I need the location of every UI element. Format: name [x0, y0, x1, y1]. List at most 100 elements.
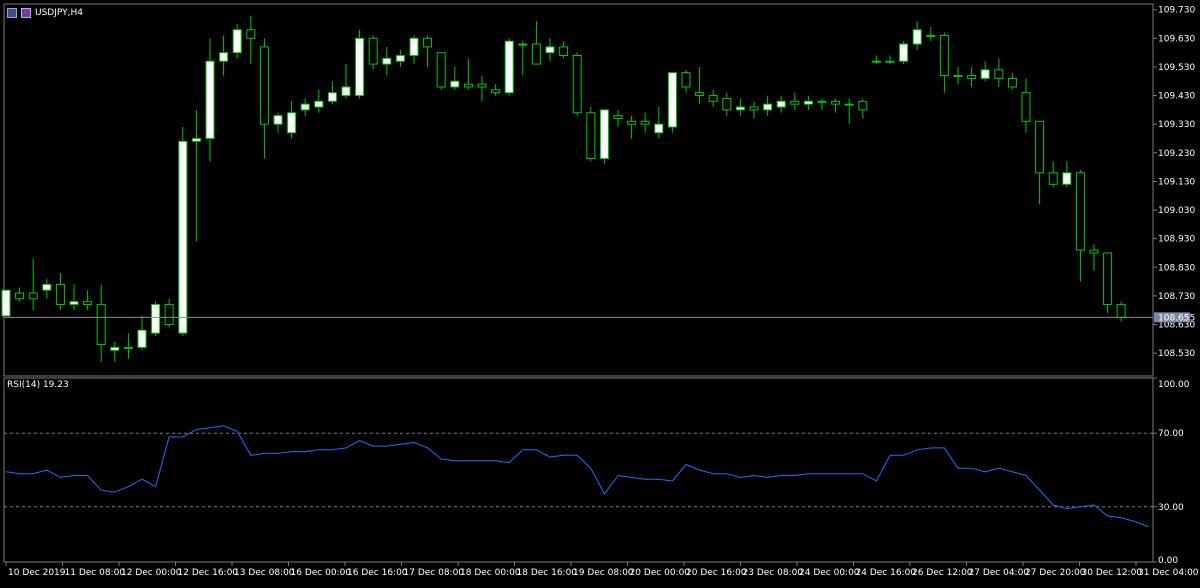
candle-body	[1, 289, 11, 317]
price-tick-label: 108.830	[1158, 263, 1195, 273]
price-tick-label: 108.730	[1158, 292, 1195, 302]
time-tick-label: 27 Dec 20:00	[1025, 568, 1086, 578]
rsi-panel-frame	[3, 377, 1154, 563]
candle-body	[654, 123, 664, 134]
candle-body	[803, 100, 813, 105]
candle-body	[504, 40, 514, 94]
candle-body	[205, 60, 215, 139]
candle-body	[776, 100, 786, 108]
candle-body	[355, 37, 365, 97]
candle-body	[559, 46, 569, 57]
candle-body	[912, 29, 922, 45]
chart-window[interactable]: 109.730 109.630 109.530 109.430 109.330 109.2…	[0, 0, 1200, 584]
candle-body	[491, 89, 501, 94]
candle-body	[137, 329, 147, 348]
candle-body	[980, 69, 990, 79]
candle-body	[151, 303, 161, 334]
candle-body	[545, 46, 555, 54]
candle-body	[749, 106, 759, 111]
chart-window-icon[interactable]	[7, 8, 17, 18]
rsi-tick-label: 30.00	[1158, 503, 1184, 513]
time-tick-label: 12 Dec 00:00	[121, 568, 182, 578]
candle-body	[967, 75, 977, 79]
candle-body	[327, 92, 337, 102]
time-tick-label: 16 Dec 16:00	[347, 568, 408, 578]
candle-body	[477, 83, 487, 88]
candles	[1, 15, 1126, 362]
candle-body	[28, 292, 38, 300]
candle-body	[1035, 120, 1045, 174]
rsi-tick-label: 0.00	[1158, 556, 1178, 566]
flag-icon	[21, 8, 31, 18]
candle-body	[1007, 77, 1017, 88]
candle-body	[627, 120, 637, 125]
price-tick-label: 109.530	[1158, 63, 1195, 73]
candle-body	[341, 86, 351, 97]
rsi-tick-label: 70.00	[1158, 429, 1184, 439]
candle-body	[123, 346, 133, 349]
candle-body	[899, 43, 909, 62]
price-tick-label: 108.530	[1158, 349, 1195, 359]
candle-body	[613, 115, 623, 119]
time-tick-label: 27 Dec 04:00	[969, 568, 1030, 578]
candle-body	[1062, 172, 1072, 185]
time-tick-label: 11 Dec 08:00	[65, 568, 126, 578]
price-tick-label: 109.430	[1158, 92, 1195, 102]
candle-body	[531, 43, 541, 65]
time-tick-label: 17 Dec 08:00	[404, 568, 465, 578]
current-price-label: 108.655	[1158, 313, 1195, 323]
candle-body	[287, 112, 297, 134]
candle-body	[219, 52, 229, 62]
rsi-tick-label: 100.00	[1158, 380, 1190, 390]
candle-body	[1089, 249, 1099, 254]
candle-body	[994, 69, 1004, 79]
candle-body	[110, 346, 120, 351]
rsi-indicator-label: RSI(14) 19.23	[7, 380, 69, 390]
time-tick-label: 10 Dec 2019	[8, 568, 66, 578]
candle-body	[55, 283, 65, 305]
candle-body	[708, 95, 718, 102]
candle-body	[42, 283, 52, 291]
time-tick-label: 16 Dec 00:00	[291, 568, 352, 578]
time-tick-label: 18 Dec 00:00	[460, 568, 521, 578]
candle-body	[436, 52, 446, 88]
candle-body	[1116, 303, 1126, 318]
candle-body	[1048, 172, 1058, 185]
candle-body	[572, 55, 582, 114]
candle-body	[667, 72, 677, 128]
candle-body	[681, 72, 691, 88]
time-tick-label: 23 Dec 08:00	[743, 568, 804, 578]
candle-body	[1103, 252, 1113, 305]
chart-svg[interactable]: 109.730 109.630 109.530 109.430 109.330 109.2…	[0, 0, 1200, 584]
candle-body	[640, 120, 650, 125]
candle-body	[300, 103, 310, 111]
candle-body	[259, 46, 269, 125]
candle-body	[953, 75, 963, 78]
candle-body	[232, 29, 242, 54]
candle-body	[790, 100, 800, 105]
candle-body	[191, 137, 201, 142]
candle-body	[463, 83, 473, 88]
time-tick-label: 19 Dec 08:00	[573, 568, 634, 578]
price-tick-label: 109.230	[1158, 149, 1195, 159]
candle-body	[368, 37, 378, 65]
price-tick-label: 109.030	[1158, 206, 1195, 216]
price-tick-label: 109.730	[1158, 6, 1195, 16]
candle-body	[885, 60, 895, 63]
candle-body	[871, 60, 881, 63]
price-tick-label: 108.930	[1158, 235, 1195, 245]
candle-body	[409, 37, 419, 57]
candle-body	[395, 55, 405, 62]
candle-body	[763, 103, 773, 111]
candle-body	[518, 43, 528, 46]
price-tick-label: 109.630	[1158, 34, 1195, 44]
candle-body	[1075, 172, 1085, 251]
candle-body	[314, 100, 324, 108]
time-tick-label: 13 Dec 08:00	[234, 568, 295, 578]
candle-body	[831, 100, 841, 105]
time-tick-label: 26 Dec 12:00	[912, 568, 973, 578]
price-tick-label: 109.330	[1158, 120, 1195, 130]
time-tick-label: 20 Dec 16:00	[686, 568, 747, 578]
candle-body	[450, 80, 460, 88]
price-tick-label: 109.130	[1158, 177, 1195, 187]
